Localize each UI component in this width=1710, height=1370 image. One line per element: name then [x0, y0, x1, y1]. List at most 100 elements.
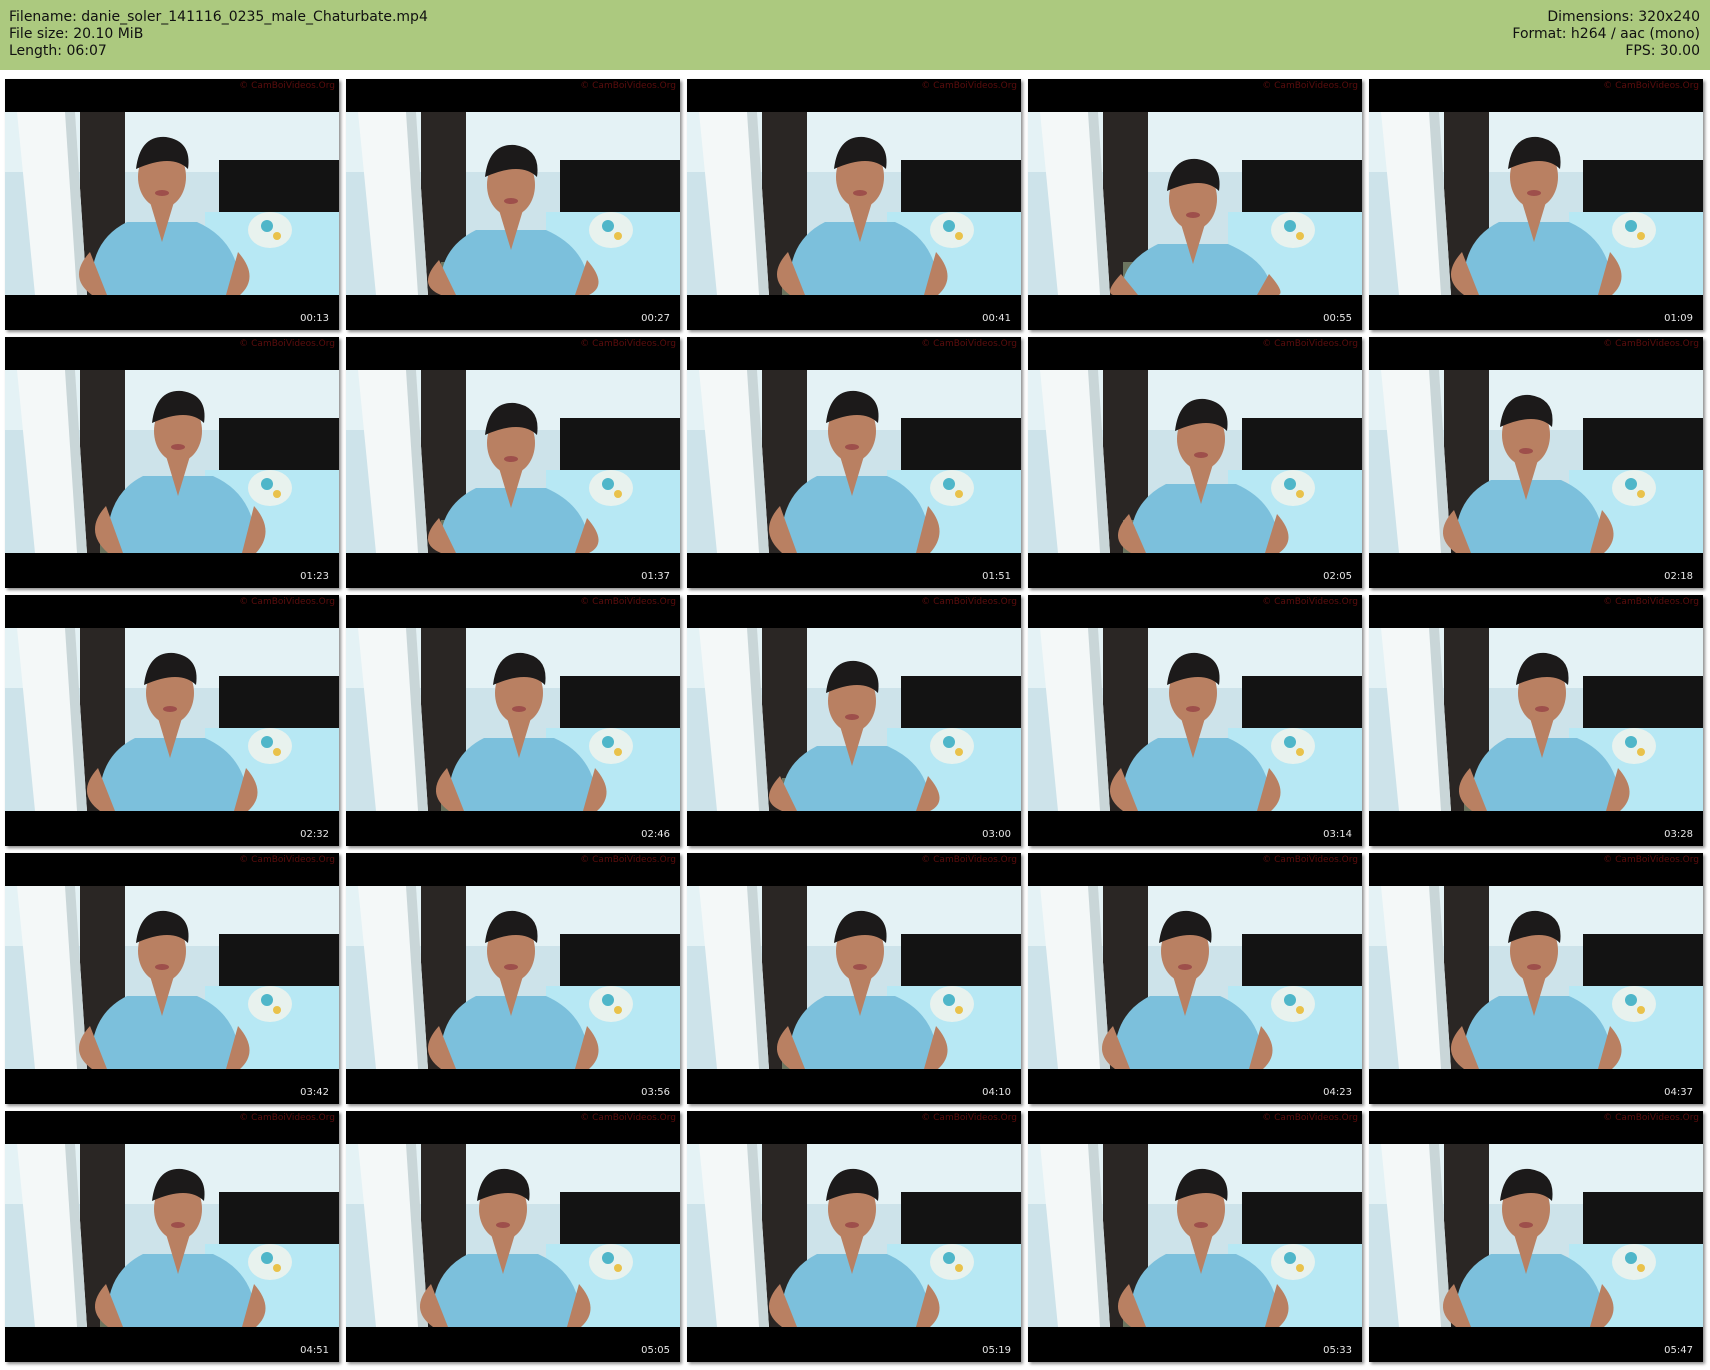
watermark-text: © CamBoiVideos.Org — [580, 597, 676, 607]
timestamp-label: 05:33 — [1323, 1345, 1352, 1356]
video-thumbnail[interactable]: © CamBoiVideos.Org 05:19 — [687, 1111, 1021, 1362]
timestamp-label: 03:00 — [982, 829, 1011, 840]
format-text: Format: h264 / aac (mono) — [1512, 26, 1700, 42]
timestamp-label: 00:27 — [641, 313, 670, 324]
timestamp-label: 01:51 — [982, 571, 1011, 582]
watermark-text: © CamBoiVideos.Org — [921, 81, 1017, 91]
video-thumbnail[interactable]: © CamBoiVideos.Org 03:56 — [346, 853, 680, 1104]
video-thumbnail[interactable]: © CamBoiVideos.Org 05:47 — [1369, 1111, 1703, 1362]
timestamp-label: 05:05 — [641, 1345, 670, 1356]
video-thumbnail[interactable]: © CamBoiVideos.Org 03:00 — [687, 595, 1021, 846]
stream-info: Dimensions: 320x240 Format: h264 / aac (… — [1512, 9, 1700, 60]
watermark-text: © CamBoiVideos.Org — [580, 1113, 676, 1123]
timestamp-label: 02:05 — [1323, 571, 1352, 582]
watermark-text: © CamBoiVideos.Org — [1603, 597, 1699, 607]
frame-image — [1369, 886, 1703, 1069]
timestamp-label: 00:41 — [982, 313, 1011, 324]
video-thumbnail[interactable]: © CamBoiVideos.Org 03:28 — [1369, 595, 1703, 846]
watermark-text: © CamBoiVideos.Org — [921, 339, 1017, 349]
watermark-text: © CamBoiVideos.Org — [580, 855, 676, 865]
video-thumbnail[interactable]: © CamBoiVideos.Org 04:10 — [687, 853, 1021, 1104]
frame-image — [1369, 112, 1703, 295]
timestamp-label: 04:10 — [982, 1087, 1011, 1098]
video-thumbnail[interactable]: © CamBoiVideos.Org 05:05 — [346, 1111, 680, 1362]
video-thumbnail[interactable]: © CamBoiVideos.Org 03:14 — [1028, 595, 1362, 846]
frame-image — [1028, 1144, 1362, 1327]
filesize-text: File size: 20.10 MiB — [9, 26, 144, 42]
frame-image — [346, 628, 680, 811]
frame-image — [1028, 628, 1362, 811]
timestamp-label: 05:19 — [982, 1345, 1011, 1356]
video-thumbnail[interactable]: © CamBoiVideos.Org 05:33 — [1028, 1111, 1362, 1362]
watermark-text: © CamBoiVideos.Org — [239, 81, 335, 91]
video-thumbnail[interactable]: © CamBoiVideos.Org 04:37 — [1369, 853, 1703, 1104]
frame-image — [5, 628, 339, 811]
file-info: Filename: danie_soler_141116_0235_male_C… — [9, 9, 428, 60]
frame-image — [5, 886, 339, 1069]
fps-text: FPS: 30.00 — [1625, 43, 1700, 59]
video-thumbnail[interactable]: © CamBoiVideos.Org 01:51 — [687, 337, 1021, 588]
frame-image — [346, 886, 680, 1069]
video-thumbnail[interactable]: © CamBoiVideos.Org 04:51 — [5, 1111, 339, 1362]
timestamp-label: 04:23 — [1323, 1087, 1352, 1098]
timestamp-label: 03:14 — [1323, 829, 1352, 840]
watermark-text: © CamBoiVideos.Org — [1262, 1113, 1358, 1123]
watermark-text: © CamBoiVideos.Org — [580, 339, 676, 349]
timestamp-label: 01:37 — [641, 571, 670, 582]
frame-image — [687, 886, 1021, 1069]
watermark-text: © CamBoiVideos.Org — [580, 81, 676, 91]
video-thumbnail[interactable]: © CamBoiVideos.Org 00:13 — [5, 79, 339, 330]
video-thumbnail[interactable]: © CamBoiVideos.Org 02:05 — [1028, 337, 1362, 588]
timestamp-label: 00:55 — [1323, 313, 1352, 324]
video-thumbnail[interactable]: © CamBoiVideos.Org 02:18 — [1369, 337, 1703, 588]
frame-image — [5, 370, 339, 553]
frame-image — [346, 1144, 680, 1327]
video-thumbnail[interactable]: © CamBoiVideos.Org 01:09 — [1369, 79, 1703, 330]
watermark-text: © CamBoiVideos.Org — [239, 597, 335, 607]
watermark-text: © CamBoiVideos.Org — [1603, 81, 1699, 91]
timestamp-label: 04:37 — [1664, 1087, 1693, 1098]
watermark-text: © CamBoiVideos.Org — [1262, 339, 1358, 349]
frame-image — [5, 112, 339, 295]
frame-image — [5, 1144, 339, 1327]
length-text: Length: 06:07 — [9, 43, 107, 59]
frame-image — [1369, 370, 1703, 553]
video-thumbnail[interactable]: © CamBoiVideos.Org 03:42 — [5, 853, 339, 1104]
frame-image — [687, 1144, 1021, 1327]
frame-image — [1028, 886, 1362, 1069]
timestamp-label: 05:47 — [1664, 1345, 1693, 1356]
frame-image — [346, 370, 680, 553]
frame-image — [1369, 1144, 1703, 1327]
video-thumbnail[interactable]: © CamBoiVideos.Org 02:46 — [346, 595, 680, 846]
timestamp-label: 03:28 — [1664, 829, 1693, 840]
video-thumbnail[interactable]: © CamBoiVideos.Org 00:27 — [346, 79, 680, 330]
frame-image — [687, 628, 1021, 811]
watermark-text: © CamBoiVideos.Org — [1603, 339, 1699, 349]
frame-image — [346, 112, 680, 295]
timestamp-label: 02:18 — [1664, 571, 1693, 582]
frame-image — [687, 112, 1021, 295]
timestamp-label: 01:23 — [300, 571, 329, 582]
video-thumbnail[interactable]: © CamBoiVideos.Org 02:32 — [5, 595, 339, 846]
timestamp-label: 02:46 — [641, 829, 670, 840]
watermark-text: © CamBoiVideos.Org — [1603, 1113, 1699, 1123]
video-thumbnail[interactable]: © CamBoiVideos.Org 00:55 — [1028, 79, 1362, 330]
video-thumbnail[interactable]: © CamBoiVideos.Org 00:41 — [687, 79, 1021, 330]
watermark-text: © CamBoiVideos.Org — [1262, 855, 1358, 865]
video-thumbnail[interactable]: © CamBoiVideos.Org 01:23 — [5, 337, 339, 588]
timestamp-label: 03:56 — [641, 1087, 670, 1098]
frame-image — [1028, 370, 1362, 553]
watermark-text: © CamBoiVideos.Org — [1262, 81, 1358, 91]
video-thumbnail[interactable]: © CamBoiVideos.Org 01:37 — [346, 337, 680, 588]
watermark-text: © CamBoiVideos.Org — [921, 597, 1017, 607]
timestamp-label: 01:09 — [1664, 313, 1693, 324]
watermark-text: © CamBoiVideos.Org — [1262, 597, 1358, 607]
filename-text: Filename: danie_soler_141116_0235_male_C… — [9, 9, 428, 25]
frame-image — [1028, 112, 1362, 295]
frame-image — [1369, 628, 1703, 811]
video-thumbnail[interactable]: © CamBoiVideos.Org 04:23 — [1028, 853, 1362, 1104]
timestamp-label: 04:51 — [300, 1345, 329, 1356]
timestamp-label: 03:42 — [300, 1087, 329, 1098]
timestamp-label: 00:13 — [300, 313, 329, 324]
frame-image — [687, 370, 1021, 553]
